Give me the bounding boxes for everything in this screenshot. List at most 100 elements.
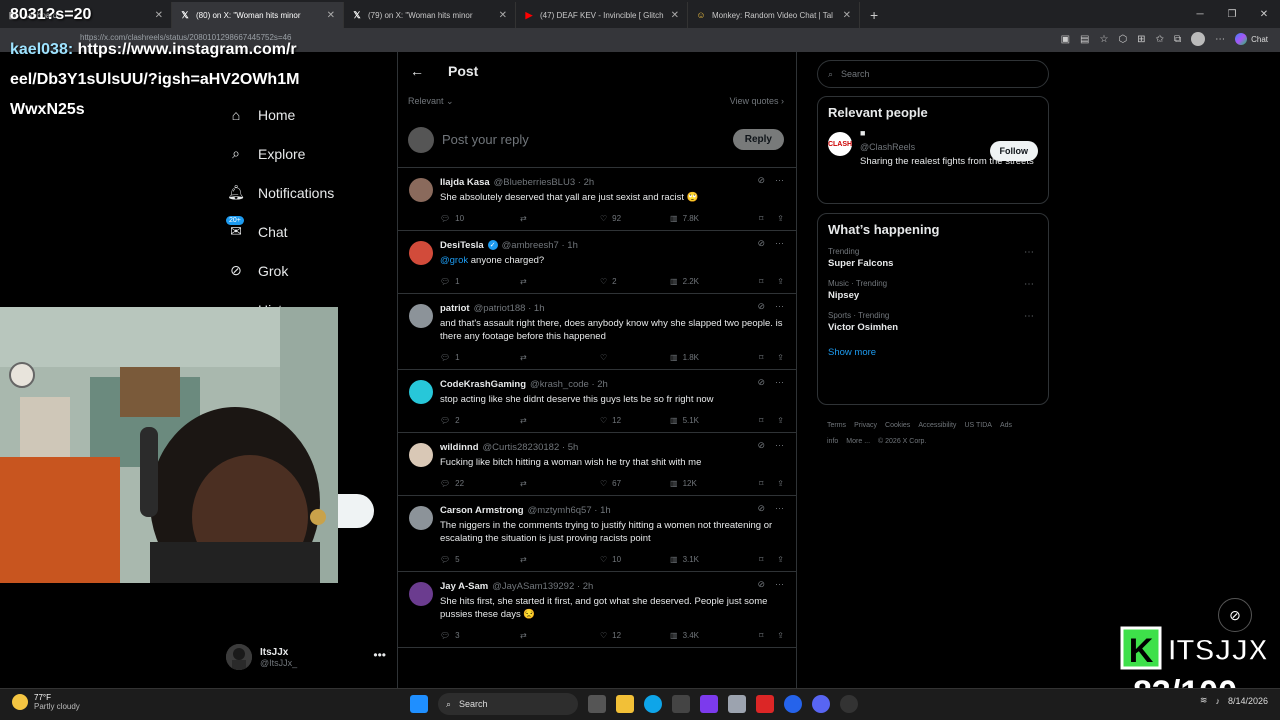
app-icon[interactable] [756,695,774,713]
file-explorer-icon[interactable] [616,695,634,713]
grok-explain-icon[interactable]: ⊘ [757,377,765,388]
nav-item-notifications[interactable]: 🔔︎ Notifications [226,173,386,212]
retweet-action[interactable]: ⇄ [520,555,600,564]
tweet-avatar[interactable] [409,443,433,467]
reply-button[interactable]: Reply [732,129,784,150]
new-tab-icon[interactable]: + [860,2,888,28]
like-action[interactable]: ♡ [600,353,670,362]
tweet-author-name[interactable]: Carson Armstrong [440,505,524,516]
more-icon[interactable]: ⋯ [775,301,784,312]
tweet-author-name[interactable]: CodeKrashGaming [440,379,526,390]
tweet-time[interactable]: 2h [584,177,595,188]
volume-icon[interactable]: ♪ [1215,696,1220,706]
more-icon[interactable]: ⋯ [775,503,784,514]
grok-explain-icon[interactable]: ⊘ [757,440,765,451]
share-icon[interactable]: ⇪ [777,479,784,488]
close-tab-icon[interactable]: ✕ [843,10,851,21]
close-tab-icon[interactable]: ✕ [671,10,679,21]
reading-view-icon[interactable]: ▤ [1080,34,1089,45]
wifi-icon[interactable]: ≋ [1200,695,1208,706]
reply-tweet[interactable]: DesiTesla ✓ @ambreesh7 · 1h ⊘ ⋯ @grok anyone … [398,231,796,294]
close-tab-icon[interactable]: ✕ [155,10,163,21]
footer-link[interactable]: Privacy [854,422,877,429]
share-icon[interactable]: ⇪ [777,416,784,425]
more-icon[interactable]: ••• [373,648,386,662]
downloads-icon[interactable]: ⧉ [1174,34,1181,45]
like-action[interactable]: ♡ 67 [600,479,670,488]
show-more-link[interactable]: Show more [828,347,1038,358]
views-action[interactable]: ▥ 1.8K [670,353,745,362]
reply-action[interactable]: 💬︎ 5 [440,555,520,564]
footer-link[interactable]: © 2026 X Corp. [878,438,926,445]
weather-widget[interactable]: 77°F Partly cloudy [12,693,80,711]
reply-input[interactable]: Post your reply [442,132,733,147]
footer-link[interactable]: Terms [827,422,846,429]
bookmark-icon[interactable]: ⌑ [759,416,763,425]
like-action[interactable]: ♡ 92 [600,214,670,223]
reply-action[interactable]: 💬︎ 1 [440,353,520,362]
bookmark-icon[interactable]: ⌑ [759,479,763,488]
tweet-avatar[interactable] [409,178,433,202]
views-action[interactable]: ▥ 12K [670,479,745,488]
views-action[interactable]: ▥ 7.8K [670,214,745,223]
bookmark-icon[interactable]: ⌑ [759,631,763,640]
reply-action[interactable]: 💬︎ 1 [440,277,520,286]
trend-item[interactable]: Trending Super Falcons ⋯ [828,247,1038,269]
sidebar-icon[interactable]: ⊞ [1137,34,1145,45]
bookmark-icon[interactable]: ⌑ [759,277,763,286]
footer-link[interactable]: More ... [846,438,870,445]
tweet-author-name[interactable]: wildinnd [440,442,479,453]
extensions-icon[interactable]: ⬡ [1118,34,1127,45]
obs-icon[interactable] [840,695,858,713]
edge-icon[interactable] [644,695,662,713]
more-icon[interactable]: ⋯ [1024,247,1034,258]
tweet-time[interactable]: 1h [534,303,545,314]
tweet-avatar[interactable] [409,304,433,328]
close-icon[interactable]: ✕ [1248,0,1280,28]
like-action[interactable]: ♡ 2 [600,277,670,286]
start-menu-icon[interactable] [410,695,428,713]
footer-link[interactable]: Accessibility [918,422,956,429]
search-input[interactable]: Search [841,69,870,79]
reply-tweet[interactable]: Carson Armstrong @mztymh6q57 · 1h ⊘ ⋯ The ni… [398,496,796,572]
more-icon[interactable]: ⋯ [775,238,784,249]
reply-action[interactable]: 💬︎ 22 [440,479,520,488]
tweet-avatar[interactable] [409,380,433,404]
more-icon[interactable]: ⋯ [775,579,784,590]
more-icon[interactable]: ⋯ [1024,311,1034,322]
minimize-icon[interactable]: ─ [1184,0,1216,28]
tweet-author-handle[interactable]: @JayASam139292 [492,581,574,592]
tweet-author-name[interactable]: patriot [440,303,470,314]
trend-item[interactable]: Music · Trending Nipsey ⋯ [828,279,1038,301]
collections-icon[interactable]: ✩ [1156,34,1164,45]
app-icon[interactable] [700,695,718,713]
close-tab-icon[interactable]: ✕ [499,10,507,21]
retweet-action[interactable]: ⇄ [520,353,600,362]
trend-item[interactable]: Sports · Trending Victor Osimhen ⋯ [828,311,1038,333]
tweet-time[interactable]: 2h [583,581,594,592]
tweet-time[interactable]: 1h [600,505,611,516]
reply-action[interactable]: 💬︎ 3 [440,631,520,640]
tweet-author-handle[interactable]: @ambreesh7 [502,240,559,251]
mention-link[interactable]: @grok [440,255,468,266]
account-switcher[interactable]: ItsJJx @ItsJJx_ ••• [226,640,386,674]
share-icon[interactable]: ⇪ [777,277,784,286]
post-button[interactable] [332,494,374,528]
bookmark-icon[interactable]: ⌑ [759,353,763,362]
nav-item-grok[interactable]: ⊘ Grok [226,251,386,290]
search-bar[interactable]: ⌕ Search [817,60,1049,88]
grok-explain-icon[interactable]: ⊘ [757,301,765,312]
tweet-author-handle[interactable]: @Curtis28230182 [483,442,560,453]
browser-tab[interactable]: ▶ (47) DEAF KEV - Invincible [ Glitch ✕ [516,2,688,28]
grok-explain-icon[interactable]: ⊘ [757,175,765,186]
copilot-chat-button[interactable]: Chat [1235,33,1268,45]
retweet-action[interactable]: ⇄ [520,479,600,488]
more-icon[interactable]: ⋯ [775,175,784,186]
app-icon[interactable] [672,695,690,713]
retweet-action[interactable]: ⇄ [520,416,600,425]
reply-tweet[interactable]: patriot @patriot188 · 1h ⊘ ⋯ and that's assa… [398,294,796,370]
taskbar-search[interactable]: ⌕ Search [438,693,578,715]
retweet-action[interactable]: ⇄ [520,631,600,640]
clock-date[interactable]: 8/14/2026 [1228,696,1268,706]
bookmark-icon[interactable]: ⌑ [759,214,763,223]
